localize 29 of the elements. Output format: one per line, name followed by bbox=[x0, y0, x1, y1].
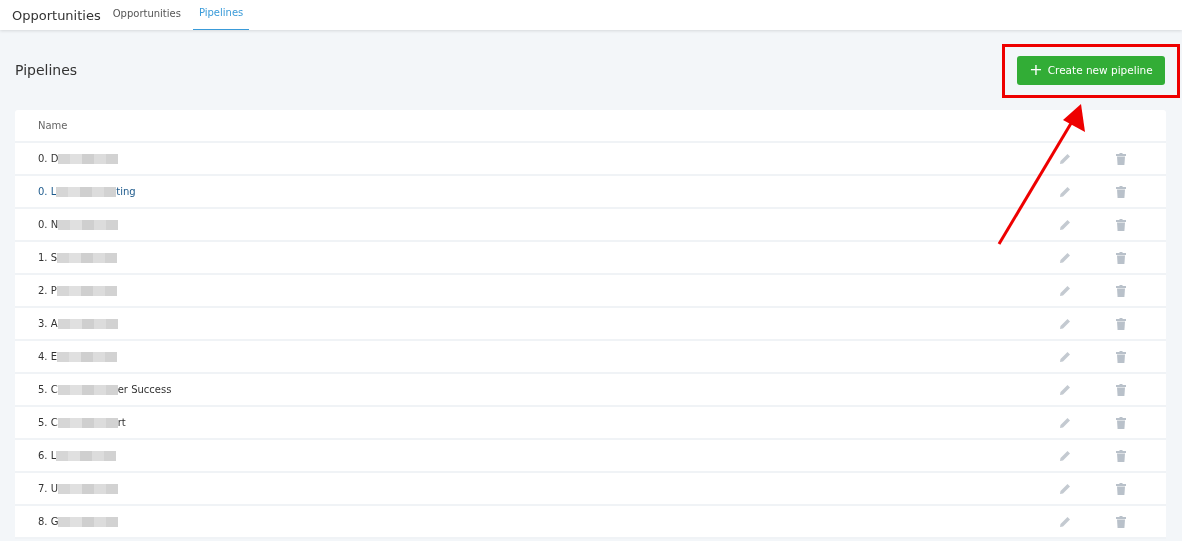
trash-icon[interactable] bbox=[1116, 383, 1126, 396]
pencil-icon[interactable] bbox=[1059, 152, 1071, 165]
trash-icon[interactable] bbox=[1116, 185, 1126, 198]
trash-icon[interactable] bbox=[1116, 251, 1126, 264]
pencil-icon[interactable] bbox=[1059, 251, 1071, 264]
pencil-icon[interactable] bbox=[1059, 383, 1071, 396]
trash-icon[interactable] bbox=[1116, 218, 1126, 231]
pencil-icon[interactable] bbox=[1059, 449, 1071, 462]
trash-icon[interactable] bbox=[1116, 152, 1126, 165]
trash-icon[interactable] bbox=[1116, 449, 1126, 462]
pencil-icon[interactable] bbox=[1059, 317, 1071, 330]
pencil-icon[interactable] bbox=[1059, 416, 1071, 429]
column-header: Name bbox=[38, 120, 68, 131]
tab[interactable]: Opportunities bbox=[112, 0, 181, 30]
pencil-icon[interactable] bbox=[1059, 482, 1071, 495]
pencil-icon[interactable] bbox=[1059, 515, 1071, 528]
pencil-icon[interactable] bbox=[1059, 350, 1071, 363]
trash-icon[interactable] bbox=[1116, 350, 1126, 363]
pencil-icon[interactable] bbox=[1059, 284, 1071, 297]
pencil-icon[interactable] bbox=[1059, 218, 1071, 231]
trash-icon[interactable] bbox=[1116, 416, 1126, 429]
page-title: Pipelines bbox=[15, 62, 78, 78]
trash-icon[interactable] bbox=[1116, 284, 1126, 297]
trash-icon[interactable] bbox=[1116, 317, 1126, 330]
pencil-icon[interactable] bbox=[1059, 185, 1071, 198]
trash-icon[interactable] bbox=[1116, 482, 1126, 495]
trash-icon[interactable] bbox=[1116, 515, 1126, 528]
app-title: Opportunities bbox=[12, 7, 101, 23]
pipeline-name[interactable]: 5. C er Success bbox=[38, 384, 172, 395]
